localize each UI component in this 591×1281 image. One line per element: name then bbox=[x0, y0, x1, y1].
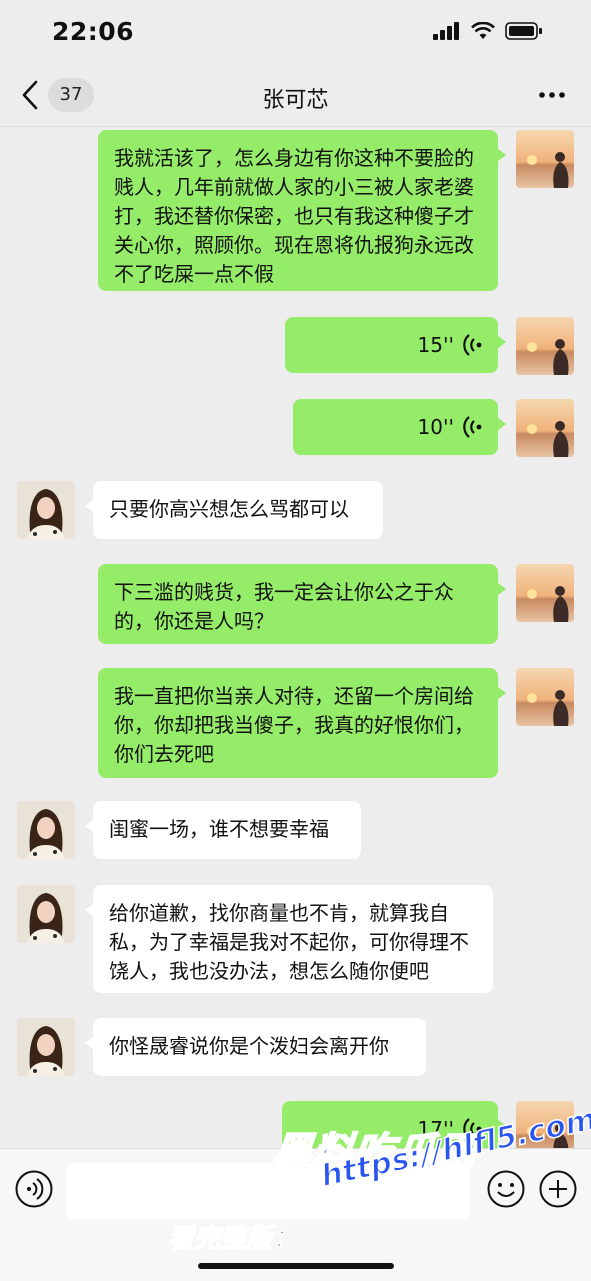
voice-input-toggle-button[interactable] bbox=[14, 1169, 54, 1209]
message-text: 给你道歉，找你商量也不肯，就算我自私，为了幸福是我对不起你，可你得理不饶人，我也… bbox=[109, 901, 469, 983]
plus-icon bbox=[539, 1170, 577, 1208]
message-list[interactable]: 我就活该了，怎么身边有你这种不要脸的贱人，几年前就做人家的小三被人家老婆打，我还… bbox=[0, 127, 591, 1148]
home-indicator bbox=[198, 1263, 394, 1269]
message-text: 你怪晟睿说你是个泼妇会离开你 bbox=[109, 1034, 389, 1058]
wifi-icon bbox=[471, 21, 495, 44]
signal-icon bbox=[433, 22, 461, 44]
message-bubble-received[interactable]: 闺蜜一场，谁不想要幸福 bbox=[85, 801, 361, 859]
emoji-button[interactable] bbox=[486, 1169, 526, 1209]
my-avatar[interactable] bbox=[516, 317, 574, 375]
message-text: 下三滥的贱货，我一定会让你公之于众的，你还是人吗？ bbox=[114, 580, 454, 633]
message-bubble-received[interactable]: 给你道歉，找你商量也不肯，就算我自私，为了幸福是我对不起你，可你得理不饶人，我也… bbox=[85, 885, 493, 993]
message-text: 我就活该了，怎么身边有你这种不要脸的贱人，几年前就做人家的小三被人家老婆打，我还… bbox=[114, 146, 474, 286]
voice-wave-icon bbox=[463, 416, 482, 438]
more-icon bbox=[539, 92, 565, 98]
message-bubble-sent[interactable]: 我就活该了，怎么身边有你这种不要脸的贱人，几年前就做人家的小三被人家老婆打，我还… bbox=[98, 130, 506, 291]
message-text: 我一直把你当亲人对待，还留一个房间给你，你却把我当傻子，我真的好恨你们，你们去死… bbox=[114, 684, 474, 766]
voice-message-bubble[interactable]: 10'' bbox=[293, 399, 506, 455]
battery-icon bbox=[505, 22, 543, 44]
message-text: 只要你高兴想怎么骂都可以 bbox=[109, 497, 349, 521]
voice-wave-icon bbox=[463, 334, 482, 356]
status-bar: 22:06 bbox=[0, 0, 591, 64]
my-avatar[interactable] bbox=[516, 399, 574, 457]
message-bubble-sent[interactable]: 我一直把你当亲人对待，还留一个房间给你，你却把我当傻子，我真的好恨你们，你们去死… bbox=[98, 668, 506, 778]
message-bubble-received[interactable]: 只要你高兴想怎么骂都可以 bbox=[85, 481, 383, 539]
watermark-url-label: 看完整版： bbox=[167, 1223, 299, 1255]
voice-message-bubble[interactable]: 15'' bbox=[285, 317, 506, 373]
chat-header: 37 张可芯 bbox=[0, 64, 591, 127]
voice-duration: 15'' bbox=[417, 333, 454, 357]
my-avatar[interactable] bbox=[516, 564, 574, 622]
message-text: 闺蜜一场，谁不想要幸福 bbox=[109, 817, 329, 841]
message-bubble-received[interactable]: 你怪晟睿说你是个泼妇会离开你 bbox=[85, 1018, 426, 1076]
more-options-button[interactable] bbox=[537, 82, 567, 108]
emoji-icon bbox=[487, 1170, 525, 1208]
message-bubble-sent[interactable]: 下三滥的贱货，我一定会让你公之于众的，你还是人吗？ bbox=[98, 564, 506, 644]
contact-avatar[interactable] bbox=[17, 801, 75, 859]
contact-avatar[interactable] bbox=[17, 1018, 75, 1076]
voice-icon bbox=[15, 1170, 53, 1208]
my-avatar[interactable] bbox=[516, 668, 574, 726]
status-time: 22:06 bbox=[52, 17, 135, 46]
more-functions-button[interactable] bbox=[538, 1169, 578, 1209]
status-icons bbox=[433, 21, 543, 44]
voice-duration: 10'' bbox=[417, 415, 454, 439]
contact-avatar[interactable] bbox=[17, 481, 75, 539]
contact-avatar[interactable] bbox=[17, 885, 75, 943]
chat-title: 张可芯 bbox=[262, 88, 329, 113]
my-avatar[interactable] bbox=[516, 130, 574, 188]
